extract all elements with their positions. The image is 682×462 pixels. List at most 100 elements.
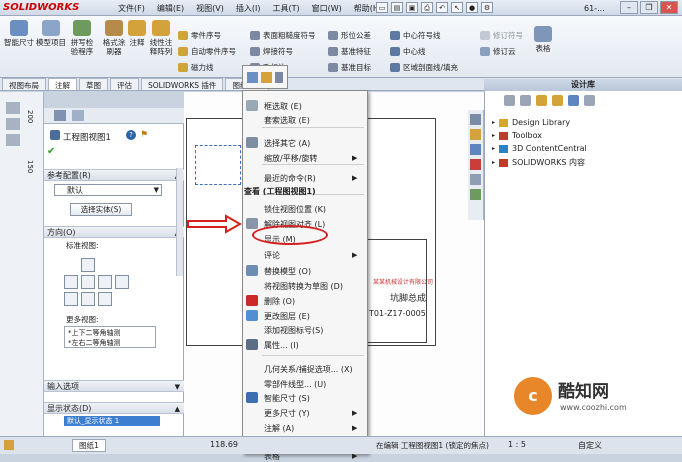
select-bodies-button[interactable]: 选择实体(S) — [70, 203, 132, 216]
datum-feature-button[interactable]: 基准特征 — [328, 46, 371, 57]
property-icon[interactable] — [6, 118, 20, 130]
upload-icon[interactable] — [584, 95, 595, 106]
units-readout[interactable]: 自定义 — [578, 440, 602, 451]
menu-item[interactable]: 插入(I) — [236, 3, 261, 14]
zoom-icon[interactable] — [247, 72, 258, 83]
view-orientation-button[interactable] — [81, 275, 95, 289]
context-menu-item[interactable]: 最近的命令(R) — [264, 173, 316, 184]
design-library-icon[interactable] — [470, 129, 481, 140]
context-menu-item[interactable]: 替换模型 (O) — [264, 266, 311, 277]
view-boundary[interactable] — [195, 145, 241, 185]
surface-finish-button[interactable]: 表面粗糙度符号 — [250, 30, 316, 41]
context-menu-item[interactable]: 属性... (I) — [264, 340, 299, 351]
orientation-section[interactable]: 方向(O)▲ — [44, 226, 184, 238]
view-orientation-button[interactable] — [81, 258, 95, 272]
custom-props-icon[interactable] — [470, 189, 481, 200]
more-views-list[interactable]: *上下二等角轴测 *左右二等角轴测 — [64, 326, 156, 348]
open-icon[interactable]: ▤ — [391, 2, 403, 13]
expand-arrow-icon[interactable]: ▸ — [492, 119, 495, 126]
print-icon[interactable]: ⎙ — [421, 2, 433, 13]
area-hatch-button[interactable]: 区域剖面线/填充 — [390, 62, 458, 73]
restore-button[interactable]: ❐ — [640, 1, 658, 14]
back-icon[interactable] — [504, 95, 515, 106]
display-state-item[interactable]: 默认_显示状态 1 — [64, 416, 160, 426]
note-icon[interactable] — [261, 72, 272, 83]
view-orientation-button[interactable] — [115, 275, 129, 289]
rebuild-icon[interactable]: ● — [466, 2, 478, 13]
add-location-icon[interactable] — [536, 95, 547, 106]
menu-item[interactable]: 文件(F) — [118, 3, 145, 14]
context-menu-item[interactable]: 注解 (A) — [264, 423, 294, 434]
context-menu-item[interactable]: 添加视图标号(S) — [264, 325, 323, 336]
center-mark-button[interactable]: 中心符号线 — [390, 30, 441, 41]
tab-1[interactable]: 注解 — [48, 78, 77, 90]
context-menu-item[interactable]: 更改图层 (E) — [264, 311, 310, 322]
panel-scrollbar[interactable] — [176, 168, 183, 276]
forward-icon[interactable] — [520, 95, 531, 106]
feature-tree-icon[interactable] — [6, 102, 20, 114]
weld-symbol-button[interactable]: 焊接符号 — [250, 46, 293, 57]
home-icon[interactable] — [470, 114, 481, 125]
expand-arrow-icon[interactable]: ▸ — [492, 145, 495, 152]
view-orientation-button[interactable] — [98, 275, 112, 289]
context-menu-item[interactable]: 几何关系/捕捉选项... (X) — [264, 364, 353, 375]
spell-check-button[interactable]: 拼写检验程序 — [68, 20, 96, 56]
context-menu-item[interactable]: 零部件线型... (U) — [264, 379, 326, 390]
view-orientation-button[interactable] — [98, 292, 112, 306]
library-item[interactable]: ▸ 3D ContentCentral — [492, 144, 587, 153]
smart-dimension-button[interactable]: 智能尺寸 — [4, 20, 34, 47]
new-icon[interactable]: ▭ — [376, 2, 388, 13]
view-palette-icon[interactable] — [470, 174, 481, 185]
linear-note-pattern-button[interactable]: 线性注释阵列 — [148, 20, 174, 56]
view-orientation-button[interactable] — [64, 275, 78, 289]
tab-4[interactable]: SOLIDWORKS 插件 — [141, 78, 224, 90]
config-icon[interactable] — [6, 134, 20, 146]
context-menu-item[interactable]: 更多尺寸 (Y) — [264, 408, 310, 419]
ok-checkmark-icon[interactable]: ✔ — [47, 146, 55, 157]
tab-property-manager[interactable] — [72, 110, 84, 121]
list-item[interactable]: *上下二等角轴测 — [68, 328, 152, 338]
expand-arrow-icon[interactable]: ▸ — [492, 132, 495, 139]
view-orientation-button[interactable] — [64, 292, 78, 306]
view-orientation-button[interactable] — [81, 292, 95, 306]
revision-symbol-button[interactable]: 修订符号 — [480, 30, 523, 41]
pin-icon[interactable] — [275, 72, 283, 83]
list-item[interactable]: *左右二等角轴测 — [68, 338, 152, 348]
menu-item[interactable]: 编辑(E) — [157, 3, 184, 14]
balloon-button[interactable]: 零件序号 — [178, 30, 221, 41]
refresh-icon[interactable] — [568, 95, 579, 106]
auto-balloon-button[interactable]: 自动零件序号 — [178, 46, 236, 57]
note-button[interactable]: 注释 — [128, 20, 146, 47]
menu-item[interactable]: 视图(V) — [196, 3, 224, 14]
pin-icon[interactable]: ⚑ — [140, 130, 148, 140]
select-icon[interactable]: ↖ — [451, 2, 463, 13]
close-button[interactable]: ✕ — [660, 1, 678, 14]
save-icon[interactable]: ▣ — [406, 2, 418, 13]
menu-item[interactable]: 窗口(W) — [312, 3, 342, 14]
context-menu-item[interactable]: 智能尺寸 (S) — [264, 393, 310, 404]
context-menu-item[interactable]: 评论 — [264, 250, 280, 261]
sheet-tab[interactable]: 图纸1 — [72, 439, 106, 452]
help-icon[interactable]: ? — [126, 130, 136, 140]
revision-cloud-button[interactable]: 修订云 — [480, 46, 516, 57]
minimize-button[interactable]: – — [620, 1, 638, 14]
tab-2[interactable]: 草图 — [79, 78, 108, 90]
table-button[interactable]: 表格 — [534, 26, 552, 53]
undo-icon[interactable]: ↶ — [436, 2, 448, 13]
appearances-icon[interactable] — [470, 159, 481, 170]
tab-feature-manager[interactable] — [54, 110, 66, 121]
magnetic-line-button[interactable]: 磁力线 — [178, 62, 214, 73]
tab-0[interactable]: 视图布局 — [2, 78, 46, 90]
expand-arrow-icon[interactable]: ▸ — [492, 159, 495, 166]
solidworks-logo[interactable]: SOLIDWORKS — [3, 2, 79, 13]
display-state-section[interactable]: 显示状态(D) ▲ — [44, 402, 184, 414]
model-items-button[interactable]: 模型项目 — [36, 20, 66, 47]
create-folder-icon[interactable] — [552, 95, 563, 106]
context-menu-item[interactable]: 删除 (O) — [264, 296, 295, 307]
context-menu-item[interactable]: 选择其它 (A) — [264, 138, 310, 149]
ref-config-section[interactable]: 参考配置(R)▲ — [44, 169, 184, 181]
scale-readout[interactable]: 1 : 5 — [508, 440, 526, 449]
import-options-section[interactable]: 输入选项 ▼ — [44, 380, 184, 392]
tab-3[interactable]: 评估 — [110, 78, 139, 90]
datum-target-button[interactable]: 基准目标 — [328, 62, 371, 73]
